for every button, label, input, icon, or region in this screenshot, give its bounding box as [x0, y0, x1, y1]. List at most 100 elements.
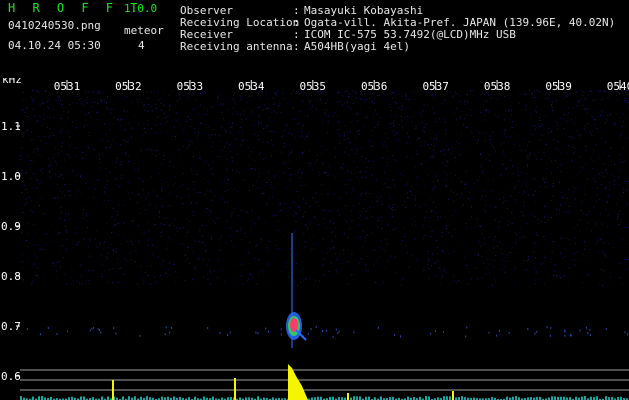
- noise-speckle: [356, 120, 358, 121]
- noise-speckle: [564, 147, 566, 148]
- noise-speckle: [545, 205, 547, 207]
- noise-speckle: [47, 101, 49, 102]
- noise-speckle: [100, 254, 102, 256]
- noise-speckle: [276, 214, 278, 216]
- noise-speckle: [64, 159, 66, 161]
- noise-speckle: [23, 279, 25, 281]
- noise-speckle: [130, 102, 132, 104]
- noise-speckle: [372, 146, 374, 148]
- noise-speckle: [259, 187, 261, 189]
- noise-speckle: [40, 155, 42, 157]
- noise-speckle: [466, 127, 468, 128]
- noise-speckle: [25, 198, 27, 200]
- noise-speckle: [160, 103, 162, 104]
- noise-speckle: [66, 153, 68, 155]
- noise-speckle: [188, 262, 190, 264]
- noise-speckle: [72, 280, 74, 282]
- spectrogram-panel: 0531053205330534053505360537053805390540…: [0, 78, 629, 400]
- noise-speckle: [148, 110, 150, 112]
- noise-speckle: [217, 258, 219, 260]
- time-label: 0540: [607, 80, 629, 93]
- noise-speckle: [498, 230, 500, 232]
- noise-speckle: [392, 92, 394, 93]
- noise-speckle: [111, 144, 113, 146]
- noise-speckle: [59, 232, 61, 233]
- noise-speckle: [350, 171, 352, 173]
- baseline-bar: [83, 396, 85, 400]
- freq-label: 0.6: [1, 370, 21, 383]
- noise-speckle: [329, 174, 331, 176]
- noise-speckle: [624, 100, 625, 102]
- noise-speckle: [307, 227, 309, 229]
- noise-speckle: [353, 205, 355, 207]
- noise-speckle: [107, 253, 109, 254]
- noise-speckle: [421, 145, 423, 147]
- noise-speckle: [347, 249, 349, 251]
- noise-speckle: [183, 130, 185, 132]
- noise-speckle: [36, 179, 38, 180]
- noise-speckle: [165, 111, 167, 113]
- noise-speckle: [196, 147, 198, 149]
- noise-speckle: [360, 171, 362, 173]
- noise-speckle: [387, 178, 389, 180]
- noise-speckle: [221, 104, 223, 106]
- noise-speckle: [437, 219, 439, 221]
- noise-speckle: [180, 185, 182, 187]
- noise-speckle: [237, 215, 239, 217]
- noise-speckle: [373, 164, 375, 165]
- noise-speckle: [259, 116, 261, 118]
- noise-speckle: [403, 236, 405, 238]
- noise-speckle: [506, 261, 508, 262]
- noise-speckle: [260, 97, 262, 99]
- noise-speckle: [151, 244, 153, 246]
- noise-speckle: [503, 142, 505, 144]
- noise-speckle: [504, 132, 505, 134]
- noise-speckle: [521, 211, 523, 213]
- noise-speckle: [21, 261, 23, 262]
- noise-speckle: [560, 171, 562, 172]
- noise-speckle: [171, 222, 173, 224]
- noise-speckle: [422, 129, 424, 131]
- noise-speckle: [290, 119, 292, 121]
- noise-speckle: [65, 120, 67, 122]
- noise-speckle: [44, 91, 46, 92]
- noise-speckle: [325, 172, 327, 173]
- noise-speckle: [65, 283, 67, 285]
- noise-speckle: [100, 99, 102, 100]
- noise-speckle: [456, 194, 458, 196]
- noise-speckle: [343, 253, 345, 255]
- noise-speckle: [324, 102, 326, 104]
- noise-speckle: [220, 181, 222, 183]
- noise-speckle: [49, 164, 51, 166]
- noise-speckle: [568, 267, 570, 269]
- noise-speckle: [165, 217, 167, 219]
- noise-speckle: [432, 154, 434, 156]
- noise-speckle: [91, 106, 93, 107]
- noise-speckle: [178, 94, 180, 96]
- noise-speckle: [564, 248, 566, 250]
- noise-speckle: [105, 132, 107, 134]
- noise-speckle: [271, 131, 273, 132]
- noise-speckle: [82, 151, 84, 153]
- noise-speckle: [97, 102, 99, 104]
- noise-speckle: [337, 91, 339, 93]
- noise-speckle: [116, 157, 118, 159]
- noise-speckle: [97, 178, 99, 180]
- noise-speckle: [183, 94, 185, 96]
- noise-speckle: [524, 150, 526, 152]
- noise-speckle: [171, 90, 173, 92]
- noise-speckle: [395, 115, 397, 117]
- noise-speckle: [389, 198, 391, 200]
- noise-speckle: [433, 211, 435, 213]
- noise-speckle: [75, 194, 77, 196]
- noise-speckle: [298, 152, 300, 154]
- noise-speckle: [148, 147, 149, 149]
- noise-speckle: [88, 270, 90, 271]
- noise-speckle: [600, 269, 602, 270]
- noise-speckle: [348, 106, 349, 108]
- noise-speckle: [251, 209, 253, 211]
- noise-speckle: [606, 200, 608, 202]
- noise-speckle: [158, 152, 160, 154]
- noise-speckle: [166, 248, 168, 249]
- noise-speckle: [605, 208, 607, 210]
